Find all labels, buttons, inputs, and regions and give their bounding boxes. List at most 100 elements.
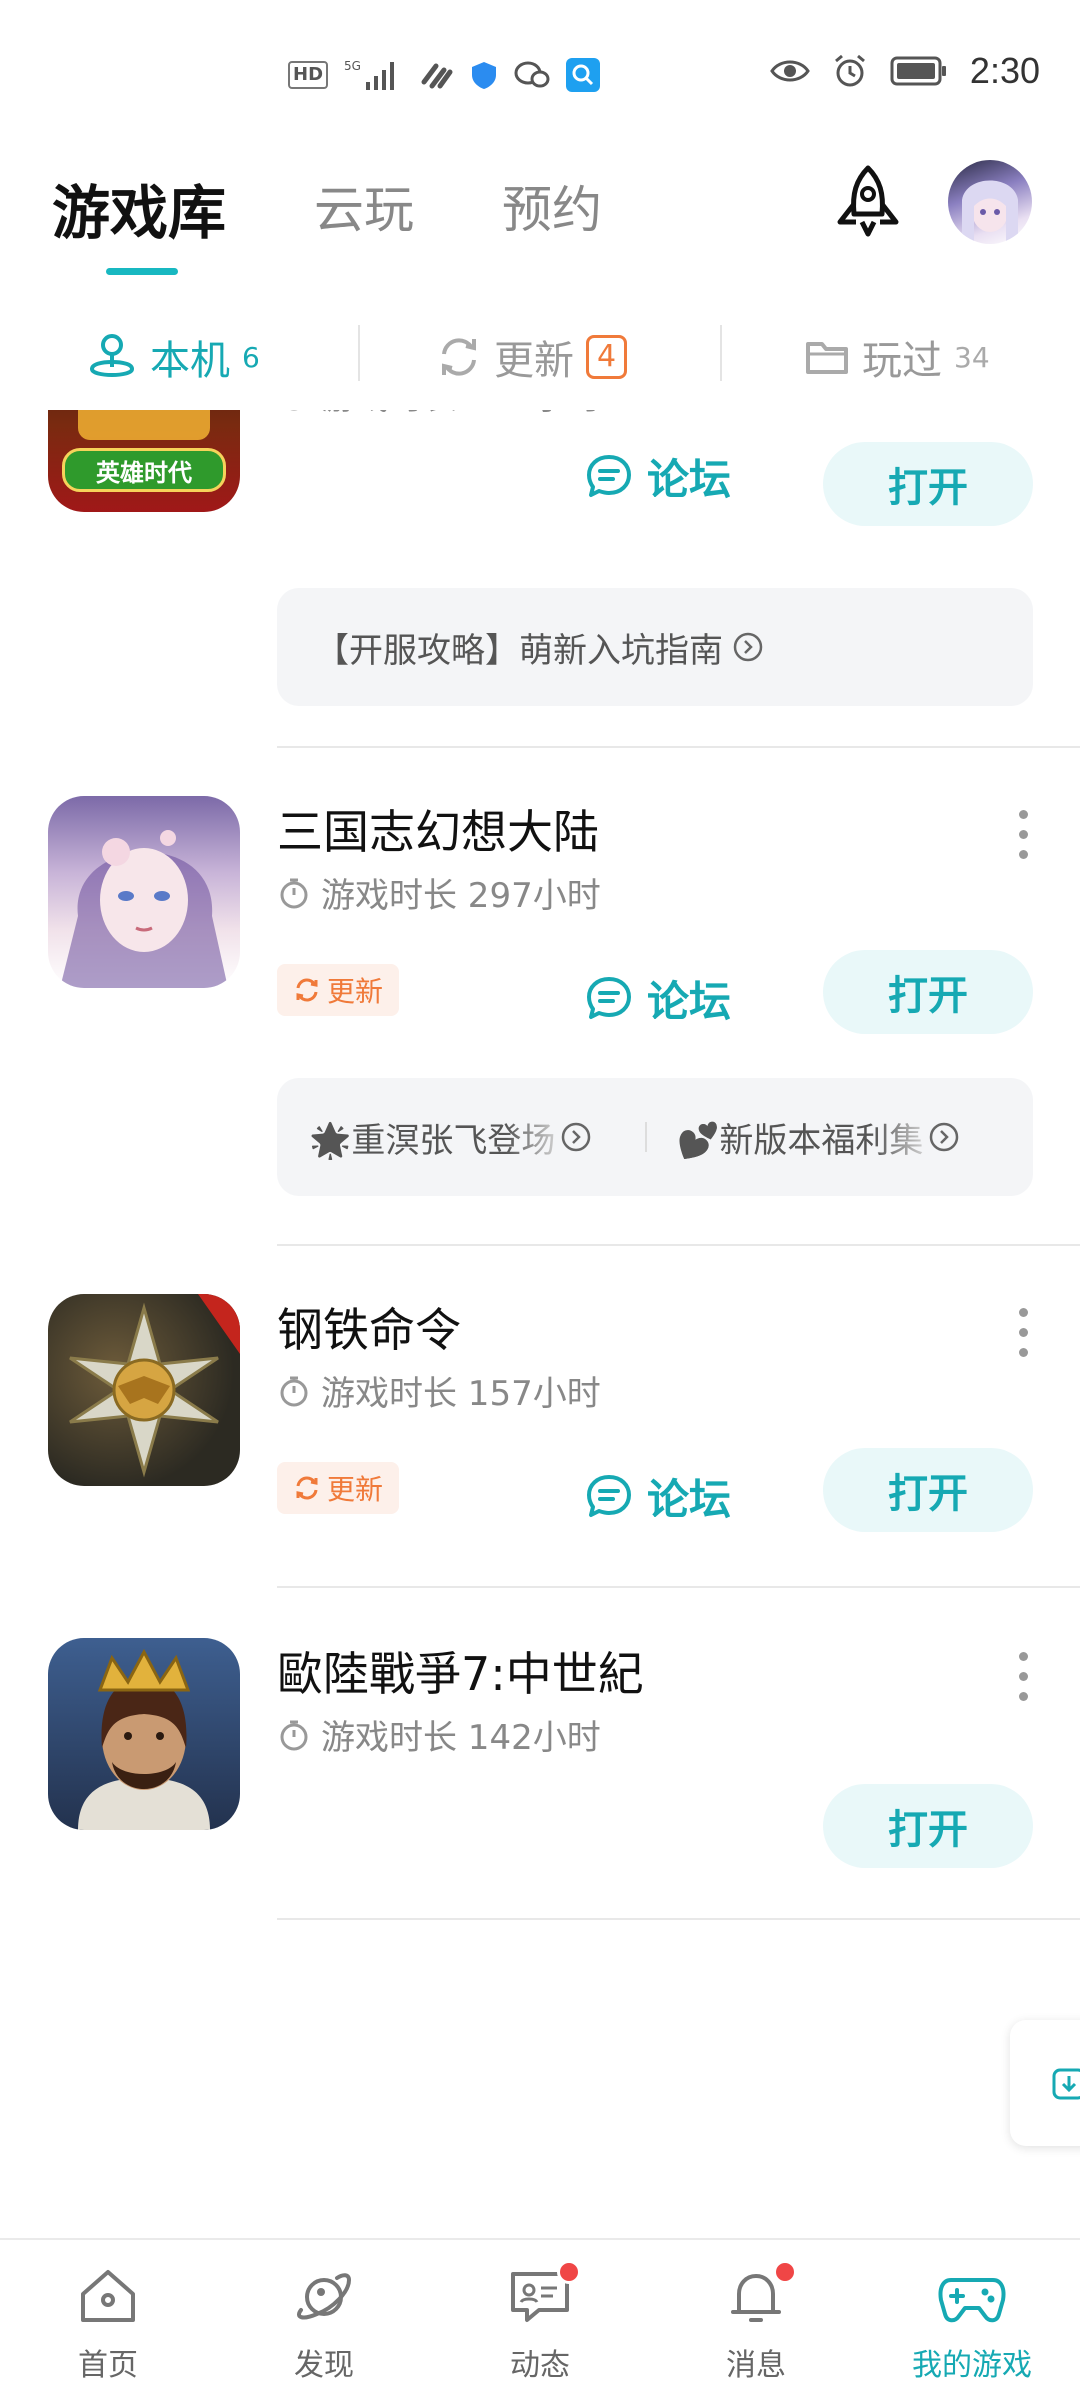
link-icon <box>420 60 454 90</box>
subtab-updates[interactable]: 更新 4 <box>436 328 628 386</box>
game-icon[interactable] <box>48 1294 240 1486</box>
playtime: 游戏时长 128小时 <box>277 410 601 419</box>
news-link[interactable]: 【开服攻略】萌新入坑指南 <box>315 623 723 672</box>
chat-icon <box>514 60 550 90</box>
gamepad-icon <box>937 2266 1007 2328</box>
more-options-icon[interactable] <box>1018 1308 1028 1357</box>
game-icon[interactable]: 英雄时代 <box>48 410 240 512</box>
news-link[interactable]: 🌟重溟张飞登场 <box>309 1113 605 1162</box>
update-label: 更新 <box>326 975 383 1008</box>
stopwatch-icon <box>280 1376 308 1406</box>
svg-text:5G: 5G <box>344 59 361 73</box>
game-title: 三国志幻想大陆 <box>277 805 599 859</box>
open-button[interactable]: 打开 <box>823 1448 1033 1532</box>
folder-icon <box>806 342 848 374</box>
bell-icon <box>725 2260 797 2328</box>
subtab-local-count: 6 <box>242 340 260 374</box>
stopwatch-icon <box>280 878 308 908</box>
more-options-icon[interactable] <box>1018 1652 1028 1701</box>
tab-game-library[interactable]: 游戏库 <box>52 166 226 250</box>
nav-feed[interactable]: 动态 <box>470 2260 610 2384</box>
subtab-local-label: 本机 <box>150 338 230 384</box>
row-divider <box>277 1244 1080 1246</box>
game-icon[interactable] <box>48 1638 240 1830</box>
update-label: 更新 <box>326 1473 383 1506</box>
row-divider <box>277 1918 1080 1920</box>
forum-button[interactable]: 论坛 <box>585 1466 731 1527</box>
divider <box>645 1122 647 1152</box>
joystick-icon <box>89 334 135 377</box>
notification-dot <box>557 2260 581 2284</box>
nav-discover-label: 发现 <box>294 2348 354 2383</box>
nav-feed-label: 动态 <box>510 2348 570 2383</box>
download-icon <box>1052 2068 1080 2100</box>
update-badge[interactable]: 更新 <box>277 1462 399 1514</box>
forum-icon <box>587 454 631 497</box>
subtab-updates-count: 4 <box>586 335 628 379</box>
playtime-text: 游戏时长 297小时 <box>321 876 601 916</box>
game-title: 歐陸戰爭7:中世紀 <box>277 1647 644 1701</box>
playtime: 游戏时长 142小时 <box>277 1710 601 1759</box>
refresh-icon <box>296 1476 318 1500</box>
subtab-played-count: 34 <box>954 340 990 374</box>
chevron-right-circle-icon <box>733 632 763 662</box>
open-button[interactable]: 打开 <box>823 950 1033 1034</box>
nav-my-games[interactable]: 我的游戏 <box>902 2266 1042 2384</box>
feed-icon <box>509 2260 581 2328</box>
subtab-local[interactable]: 本机 6 <box>86 328 260 386</box>
nav-messages[interactable]: 消息 <box>686 2260 826 2384</box>
nav-home[interactable]: 首页 <box>38 2266 178 2384</box>
forum-label: 论坛 <box>647 977 732 1026</box>
game-title: 钢铁命令 <box>277 1303 461 1357</box>
tab-reservation[interactable]: 预约 <box>502 170 602 242</box>
forum-label: 论坛 <box>647 1475 732 1524</box>
refresh-icon <box>296 978 318 1002</box>
nav-discover[interactable]: 发现 <box>254 2266 394 2384</box>
news-link[interactable]: 💕新版本福利集 <box>677 1113 973 1162</box>
playtime-text: 游戏时长 128小时 <box>321 410 601 419</box>
planet-icon <box>293 2266 355 2328</box>
stopwatch-icon <box>280 1720 308 1750</box>
alarm-icon <box>832 53 868 89</box>
clock: 2:30 <box>969 50 1040 91</box>
forum-label: 论坛 <box>647 455 732 504</box>
battery-icon <box>890 56 948 86</box>
playtime-text: 游戏时长 142小时 <box>321 1718 601 1758</box>
filter-tabs: 本机 6 更新 4 玩过 34 <box>0 300 1080 410</box>
news-banner: 🌟重溟张飞登场 💕新版本福利集 <box>277 1078 1033 1196</box>
divider <box>358 325 360 381</box>
open-button[interactable]: 打开 <box>823 442 1033 526</box>
game-icon-caption: 英雄时代 <box>62 448 226 492</box>
notification-dot <box>773 2260 797 2284</box>
playtime-text: 游戏时长 157小时 <box>321 1374 601 1414</box>
floating-download-button[interactable] <box>1010 2020 1080 2146</box>
open-button[interactable]: 打开 <box>823 1784 1033 1868</box>
subtab-played[interactable]: 玩过 34 <box>804 328 990 386</box>
game-icon[interactable] <box>48 796 240 988</box>
subtab-played-label: 玩过 <box>862 338 942 384</box>
nav-messages-label: 消息 <box>726 2348 786 2383</box>
news-text: 🌟重溟张飞登场 <box>309 1113 555 1162</box>
news-banner[interactable]: 【开服攻略】萌新入坑指南 <box>277 588 1033 706</box>
row-divider <box>277 1586 1080 1588</box>
status-bar: HD 5G 2:30 <box>0 0 1080 150</box>
more-options-icon[interactable] <box>1018 810 1028 859</box>
row-divider <box>277 746 1080 748</box>
divider <box>720 325 722 381</box>
top-nav: 游戏库 云玩 预约 <box>0 150 1080 300</box>
game-list[interactable]: 英雄时代 游戏时长 128小时 论坛 打开 【开服攻略】萌新入坑指南 <box>0 410 1080 2235</box>
search-app-icon <box>566 58 601 92</box>
update-badge[interactable]: 更新 <box>277 964 399 1016</box>
rocket-icon[interactable] <box>830 164 906 250</box>
signal-icon: 5G <box>344 58 404 92</box>
forum-button[interactable]: 论坛 <box>585 968 731 1029</box>
nav-my-games-label: 我的游戏 <box>912 2348 1032 2383</box>
refresh-icon <box>442 338 476 376</box>
forum-icon <box>587 1474 631 1517</box>
stopwatch-icon <box>277 410 311 412</box>
user-avatar[interactable] <box>948 160 1032 244</box>
forum-button[interactable]: 论坛 <box>585 446 731 507</box>
news-text: 💕新版本福利集 <box>677 1113 923 1162</box>
tab-cloud-play[interactable]: 云玩 <box>314 170 414 242</box>
forum-icon <box>587 976 631 1019</box>
